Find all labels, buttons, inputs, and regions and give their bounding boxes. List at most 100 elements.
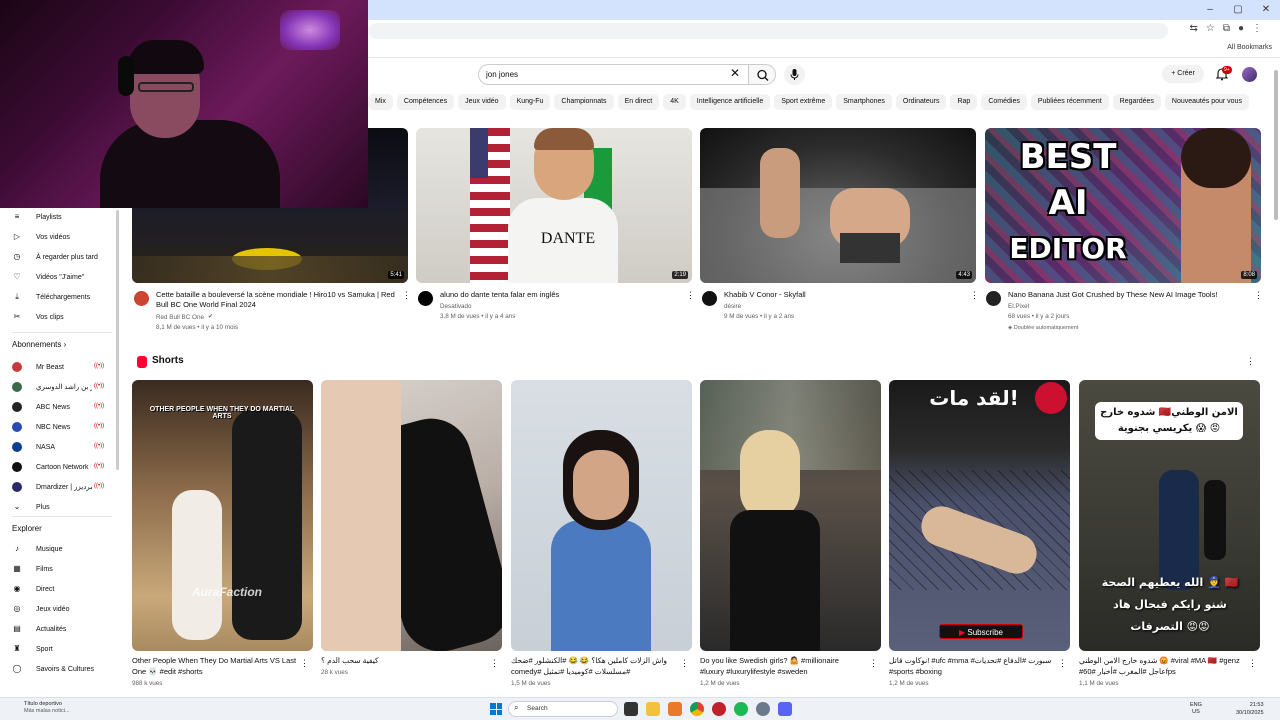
spotify-icon[interactable] bbox=[734, 702, 748, 716]
sidebar-item[interactable]: ✂ Vos clips bbox=[12, 310, 64, 324]
channel-avatar[interactable] bbox=[418, 291, 433, 306]
sidebar-scrollbar[interactable] bbox=[116, 210, 119, 470]
video-menu-icon[interactable]: ⋮ bbox=[686, 290, 695, 301]
short-menu-icon[interactable]: ⋮ bbox=[300, 658, 309, 669]
short-menu-icon[interactable]: ⋮ bbox=[490, 658, 499, 669]
video-menu-icon[interactable]: ⋮ bbox=[970, 290, 979, 301]
file-explorer-icon[interactable] bbox=[646, 702, 660, 716]
task-view-icon[interactable] bbox=[624, 702, 638, 716]
short-title[interactable]: نوكاوت قاتل! #ufc #mma #سبورت #الدفاع #ت… bbox=[889, 656, 1054, 677]
page-scrollbar[interactable] bbox=[1274, 70, 1278, 220]
explore-item[interactable]: ▤ Actualités bbox=[12, 622, 66, 636]
subscription-item[interactable]: ياسر بن راشد الدوسري bbox=[12, 380, 92, 394]
filter-chip[interactable]: Rap bbox=[950, 94, 978, 110]
sidebar-item[interactable]: ⤓ Téléchargements bbox=[12, 290, 90, 304]
explore-item[interactable]: ◎ Jeux vidéo bbox=[12, 602, 70, 616]
channel-avatar[interactable] bbox=[134, 291, 149, 306]
all-bookmarks-button[interactable]: All Bookmarks bbox=[1227, 44, 1272, 51]
voice-search-button[interactable] bbox=[784, 64, 805, 85]
discord-icon[interactable] bbox=[778, 702, 792, 716]
clear-search-icon[interactable]: ✕ bbox=[730, 66, 740, 80]
bookmark-star-icon[interactable]: ☆ bbox=[1206, 23, 1215, 34]
short-title[interactable]: كيفية سحب الدم ؟ bbox=[321, 656, 486, 667]
search-button[interactable] bbox=[748, 64, 776, 85]
video-thumbnail-3[interactable]: 4:43 bbox=[700, 128, 976, 283]
short-menu-icon[interactable]: ⋮ bbox=[869, 658, 878, 669]
filter-chip[interactable]: 4K bbox=[663, 94, 686, 110]
filter-chip[interactable]: Intelligence artificielle bbox=[689, 94, 771, 110]
video-thumbnail-4[interactable]: BEST AI EDITOR 8:08 bbox=[985, 128, 1261, 283]
channel-avatar[interactable] bbox=[986, 291, 1001, 306]
subscription-item[interactable]: NBC News bbox=[12, 420, 70, 434]
short-title[interactable]: شدوه خارج الامن الوطني 😡 #viral #MA 🇲🇦 #… bbox=[1079, 656, 1244, 677]
short-thumbnail-2[interactable] bbox=[321, 380, 502, 651]
channel-name[interactable]: désire bbox=[724, 302, 741, 312]
short-thumbnail-5[interactable]: لقد مات! ▶ Subscribe bbox=[889, 380, 1070, 651]
subscription-item[interactable]: Cartoon Network bbox=[12, 460, 89, 474]
explore-item[interactable]: ♜ Sport bbox=[12, 642, 52, 656]
short-title[interactable]: واش الزلات كاملين هكا؟ 😂 😂 #الكنشلور #ضح… bbox=[511, 656, 676, 677]
subscription-item[interactable]: Dmardizer | دمرديزر bbox=[12, 480, 92, 494]
short-title[interactable]: Do you like Swedish girls? 🤷 #millionair… bbox=[700, 656, 865, 677]
channel-avatar[interactable] bbox=[702, 291, 717, 306]
video-menu-icon[interactable]: ⋮ bbox=[1254, 290, 1263, 301]
filter-chip[interactable]: Nouveautés pour vous bbox=[1164, 94, 1249, 110]
subscription-item[interactable]: Mr Beast bbox=[12, 360, 64, 374]
filter-chip[interactable]: Mix bbox=[368, 94, 393, 110]
filter-chip[interactable]: Ordinateurs bbox=[895, 94, 947, 110]
short-subscribe-button[interactable]: ▶ Subscribe bbox=[939, 624, 1023, 639]
profile-icon[interactable]: ● bbox=[1238, 23, 1244, 34]
close-window-button[interactable]: ✕ bbox=[1252, 0, 1280, 20]
short-thumbnail-1[interactable]: OTHER PEOPLE WHEN THEY DO MARTIAL ARTS A… bbox=[132, 380, 313, 651]
video-title[interactable]: Khabib V Conor - Skyfall bbox=[724, 290, 960, 300]
video-thumbnail-2[interactable]: DANTE 2:19 bbox=[416, 128, 692, 283]
explore-item[interactable]: ◉ Direct bbox=[12, 582, 55, 596]
windows-start-icon[interactable] bbox=[490, 703, 502, 715]
sidebar-item[interactable]: ▷ Vos vidéos bbox=[12, 230, 70, 244]
subscription-item[interactable]: ABC News bbox=[12, 400, 70, 414]
chrome-icon[interactable] bbox=[690, 702, 704, 716]
video-title[interactable]: aluno do dante tenta falar em inglês bbox=[440, 290, 676, 300]
explore-item[interactable]: ♪ Musique bbox=[12, 542, 62, 556]
maximize-button[interactable]: ▢ bbox=[1224, 0, 1252, 20]
filter-chip[interactable]: Championnats bbox=[554, 94, 614, 110]
sidebar-item[interactable]: ≡ Playlists bbox=[12, 210, 62, 224]
sidebar-item[interactable]: ◷ À regarder plus tard bbox=[12, 250, 98, 264]
filter-chip[interactable]: Regardées bbox=[1112, 94, 1161, 110]
extensions-icon[interactable]: ⧉ bbox=[1223, 23, 1230, 34]
filter-chip[interactable]: Comédies bbox=[981, 94, 1027, 110]
channel-name[interactable]: Desativado bbox=[440, 302, 472, 312]
short-thumbnail-4[interactable] bbox=[700, 380, 881, 651]
filter-chip[interactable]: En direct bbox=[617, 94, 660, 110]
channel-name[interactable]: Red Bull BC One bbox=[156, 313, 204, 323]
short-menu-icon[interactable]: ⋮ bbox=[1248, 658, 1257, 669]
short-title[interactable]: Other People When They Do Martial Arts V… bbox=[132, 656, 297, 677]
filter-chip[interactable]: Kung-Fu bbox=[509, 94, 551, 110]
explore-item[interactable]: ▦ Films bbox=[12, 562, 53, 576]
subscription-item[interactable]: NASA bbox=[12, 440, 55, 454]
short-menu-icon[interactable]: ⋮ bbox=[1058, 658, 1067, 669]
sidebar-more-button[interactable]: ⌄ Plus bbox=[12, 500, 50, 514]
short-thumbnail-6[interactable]: شدوه خارج 🇲🇦الامن الوطني 😱 يكريسي بجنوية… bbox=[1079, 380, 1260, 651]
language-indicator[interactable]: ENG US bbox=[1190, 702, 1202, 716]
explore-item[interactable]: ◯ Savoirs & Cultures bbox=[12, 662, 94, 676]
app-icon[interactable] bbox=[712, 702, 726, 716]
taskbar-clock[interactable]: 21:53 30/10/2025 bbox=[1236, 701, 1264, 717]
video-title[interactable]: Nano Banana Just Got Crushed by These Ne… bbox=[1008, 290, 1248, 300]
taskbar-search[interactable]: Search bbox=[508, 701, 618, 717]
video-title[interactable]: Cette bataille a bouleversé la scène mon… bbox=[156, 290, 396, 310]
filter-chip[interactable]: Sport extrême bbox=[774, 94, 833, 110]
cast-icon[interactable]: ⇆ bbox=[1189, 23, 1197, 34]
menu-icon[interactable]: ⋮ bbox=[1252, 23, 1262, 34]
address-bar[interactable] bbox=[368, 23, 1168, 39]
create-button[interactable]: + Créer bbox=[1162, 65, 1204, 83]
subscriptions-heading[interactable]: Abonnements › bbox=[12, 340, 66, 349]
filter-chip[interactable]: Smartphones bbox=[836, 94, 892, 110]
minimize-button[interactable]: – bbox=[1196, 0, 1224, 20]
account-avatar[interactable] bbox=[1242, 67, 1257, 82]
settings-icon[interactable] bbox=[756, 702, 770, 716]
app-icon[interactable] bbox=[668, 702, 682, 716]
shorts-menu-icon[interactable]: ⋮ bbox=[1246, 356, 1255, 367]
channel-name[interactable]: El.Pixel bbox=[1008, 302, 1029, 312]
filter-chip[interactable]: Jeux vidéo bbox=[458, 94, 506, 110]
